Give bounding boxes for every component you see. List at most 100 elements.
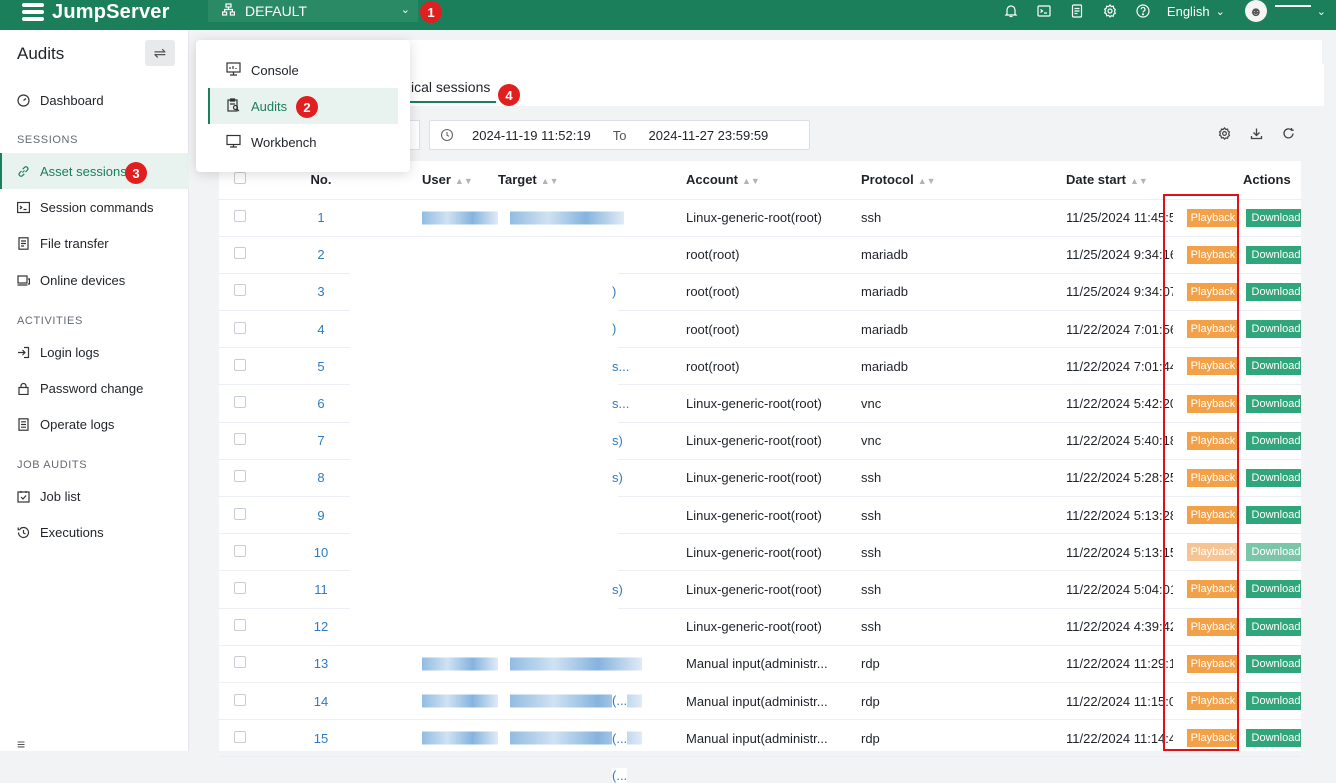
sidebar-item-password-change[interactable]: Password change (0, 370, 189, 406)
row-checkbox[interactable] (234, 396, 246, 409)
dashboard-icon (17, 93, 30, 107)
row-checkbox[interactable] (234, 433, 246, 446)
row-checkbox[interactable] (234, 247, 246, 260)
tab-active-indicator (396, 101, 496, 103)
row-checkbox[interactable] (234, 210, 246, 223)
chevron-down-icon[interactable]: ⌄ (1317, 5, 1326, 18)
gear-icon[interactable] (1102, 3, 1118, 19)
export-icon[interactable] (1249, 126, 1264, 141)
row-number[interactable]: 1 (271, 199, 371, 237)
download-button[interactable]: Download (1246, 245, 1301, 264)
sidebar-item-operate-logs[interactable]: Operate logs (0, 406, 189, 442)
username-redacted[interactable] (1274, 5, 1311, 11)
download-button[interactable]: Download (1246, 692, 1301, 711)
row-checkbox[interactable] (234, 619, 246, 632)
playback-button[interactable]: Playback (1187, 282, 1239, 301)
refresh-icon[interactable] (1281, 126, 1296, 141)
account-cell: Linux-generic-root(root) (656, 384, 831, 423)
download-button[interactable]: Download (1246, 580, 1301, 599)
row-number[interactable]: 14 (271, 682, 371, 721)
date-start-cell: 11/22/2024 7:01:56 PM (1021, 310, 1173, 349)
view-switch-button[interactable]: ⇌ (145, 40, 175, 66)
playback-button[interactable]: Playback (1187, 208, 1239, 227)
playback-button[interactable]: Playback (1187, 617, 1239, 636)
playback-button[interactable]: Playback (1187, 729, 1239, 748)
playback-button[interactable]: Playback (1187, 580, 1239, 599)
download-button[interactable]: Download (1246, 729, 1301, 748)
sidebar-item-file-transfer[interactable]: File transfer (0, 225, 189, 261)
column-protocol[interactable]: Protocol ▲▼ (831, 161, 1021, 200)
protocol-cell: mariadb (831, 273, 1021, 312)
select-all-checkbox[interactable] (234, 172, 246, 185)
row-checkbox[interactable] (234, 581, 246, 594)
sidebar-item-login-logs[interactable]: Login logs (0, 334, 189, 370)
collapse-menu-icon[interactable]: ≡ (17, 736, 25, 752)
row-checkbox[interactable] (234, 730, 246, 743)
sidebar-item-asset-sessions[interactable]: Asset sessions (0, 153, 189, 189)
row-number[interactable]: 13 (271, 645, 371, 683)
settings-icon[interactable] (1217, 126, 1232, 141)
download-button[interactable]: Download (1246, 394, 1301, 413)
document-icon[interactable] (1069, 3, 1085, 19)
row-checkbox[interactable] (234, 358, 246, 371)
user-cell-redacted (371, 682, 498, 721)
bell-icon[interactable] (1003, 3, 1019, 19)
account-cell: Linux-generic-root(root) (656, 199, 831, 237)
sidebar-item-job-list[interactable]: Job list (0, 478, 189, 514)
download-button[interactable]: Download (1246, 617, 1301, 636)
playback-button[interactable]: Playback (1187, 506, 1239, 525)
sidebar-item-online-devices[interactable]: Online devices (0, 262, 189, 298)
step-badge-1: 1 (420, 1, 442, 23)
column-target[interactable]: Target ▲▼ (498, 161, 656, 200)
download-button[interactable]: Download (1246, 431, 1301, 450)
brand-logo[interactable]: JumpServer (22, 0, 170, 24)
menu-item-workbench[interactable]: Workbench (208, 124, 398, 160)
row-checkbox[interactable] (234, 544, 246, 557)
playback-button[interactable]: Playback (1187, 692, 1239, 711)
row-checkbox[interactable] (234, 507, 246, 520)
row-checkbox[interactable] (234, 470, 246, 483)
date-start-cell: 11/25/2024 9:34:16 AM (1021, 236, 1173, 274)
terminal-icon[interactable] (1036, 3, 1052, 19)
row-checkbox[interactable] (234, 284, 246, 297)
row-checkbox[interactable] (234, 656, 246, 669)
sidebar-item-label: Executions (40, 524, 104, 540)
download-button[interactable]: Download (1246, 543, 1301, 562)
playback-button[interactable]: Playback (1187, 394, 1239, 413)
sidebar-item-executions[interactable]: Executions (0, 514, 189, 550)
playback-button[interactable]: Playback (1187, 543, 1239, 562)
date-start-input[interactable]: 2024-11-19 11:52:19 (472, 128, 591, 143)
help-icon[interactable] (1135, 3, 1151, 19)
playback-button[interactable]: Playback (1187, 654, 1239, 673)
column-date-start[interactable]: Date start ▲▼ (1021, 161, 1173, 200)
download-button[interactable]: Download (1246, 654, 1301, 673)
workbench-icon (226, 134, 241, 151)
playback-button[interactable]: Playback (1187, 357, 1239, 376)
download-button[interactable]: Download (1246, 208, 1301, 227)
download-button[interactable]: Download (1246, 357, 1301, 376)
user-avatar-icon[interactable]: ☻ (1244, 0, 1267, 22)
language-selector[interactable]: English ⌄ (1167, 4, 1225, 19)
download-button[interactable]: Download (1246, 468, 1301, 487)
date-range-picker[interactable]: 2024-11-19 11:52:19 To 2024-11-27 23:59:… (429, 120, 810, 150)
playback-button[interactable]: Playback (1187, 320, 1239, 339)
sidebar-item-session-commands[interactable]: Session commands (0, 189, 189, 225)
row-checkbox[interactable] (234, 693, 246, 706)
sort-icon: ▲▼ (540, 176, 559, 187)
org-selector[interactable]: DEFAULT ⌄ (208, 0, 418, 22)
date-start-cell: 11/22/2024 5:42:20 PM (1021, 384, 1173, 423)
playback-button[interactable]: Playback (1187, 245, 1239, 264)
download-button[interactable]: Download (1246, 506, 1301, 525)
menu-item-console[interactable]: Console (208, 52, 398, 88)
playback-button[interactable]: Playback (1187, 431, 1239, 450)
sidebar-item-dashboard[interactable]: Dashboard (0, 82, 189, 118)
row-checkbox[interactable] (234, 321, 246, 334)
playback-button[interactable]: Playback (1187, 468, 1239, 487)
tab-historical-sessions[interactable]: ical sessions (411, 79, 490, 95)
date-end-input[interactable]: 2024-11-27 23:59:59 (649, 128, 769, 143)
sidebar-item-label: Password change (40, 380, 144, 396)
download-button[interactable]: Download (1246, 320, 1301, 339)
column-account[interactable]: Account ▲▼ (656, 161, 831, 200)
row-number[interactable]: 15 (271, 719, 371, 758)
download-button[interactable]: Download (1246, 282, 1301, 301)
